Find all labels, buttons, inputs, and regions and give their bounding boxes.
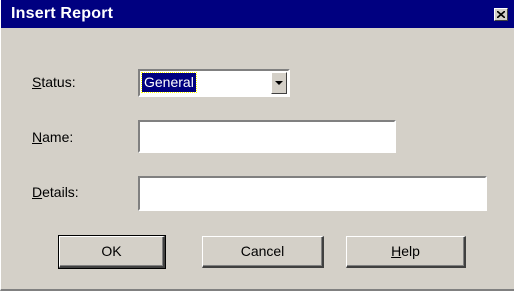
details-label: Details:: [32, 184, 79, 200]
details-label-mnemonic: D: [32, 184, 43, 200]
help-button[interactable]: Help: [346, 236, 466, 268]
cancel-button[interactable]: Cancel: [202, 236, 324, 268]
details-field[interactable]: [138, 176, 487, 211]
name-label-mnemonic: N: [32, 129, 43, 145]
status-label: Status:: [32, 74, 76, 90]
status-dropdown-button[interactable]: [271, 72, 287, 94]
status-label-text: tatus:: [41, 74, 76, 90]
ok-button-label: OK: [101, 243, 122, 259]
status-selected-value: General: [141, 72, 197, 93]
name-label: Name:: [32, 129, 73, 145]
cancel-button-label: Cancel: [240, 243, 285, 259]
chevron-down-icon: [275, 81, 283, 85]
help-button-mnemonic: H: [391, 243, 402, 259]
close-button[interactable]: [494, 8, 508, 21]
name-field[interactable]: [138, 120, 396, 153]
status-dropdown[interactable]: General: [138, 69, 290, 97]
status-label-mnemonic: S: [32, 74, 42, 90]
ok-button[interactable]: OK: [58, 235, 166, 269]
name-label-text: ame:: [42, 129, 74, 145]
insert-report-dialog: Insert Report Status: General Name: Deta…: [0, 0, 514, 291]
window-title: Insert Report: [11, 5, 114, 22]
details-label-text: etails:: [42, 184, 79, 200]
close-icon: [497, 11, 505, 18]
title-bar[interactable]: Insert Report: [1, 0, 514, 28]
help-button-label: elp: [401, 243, 420, 259]
